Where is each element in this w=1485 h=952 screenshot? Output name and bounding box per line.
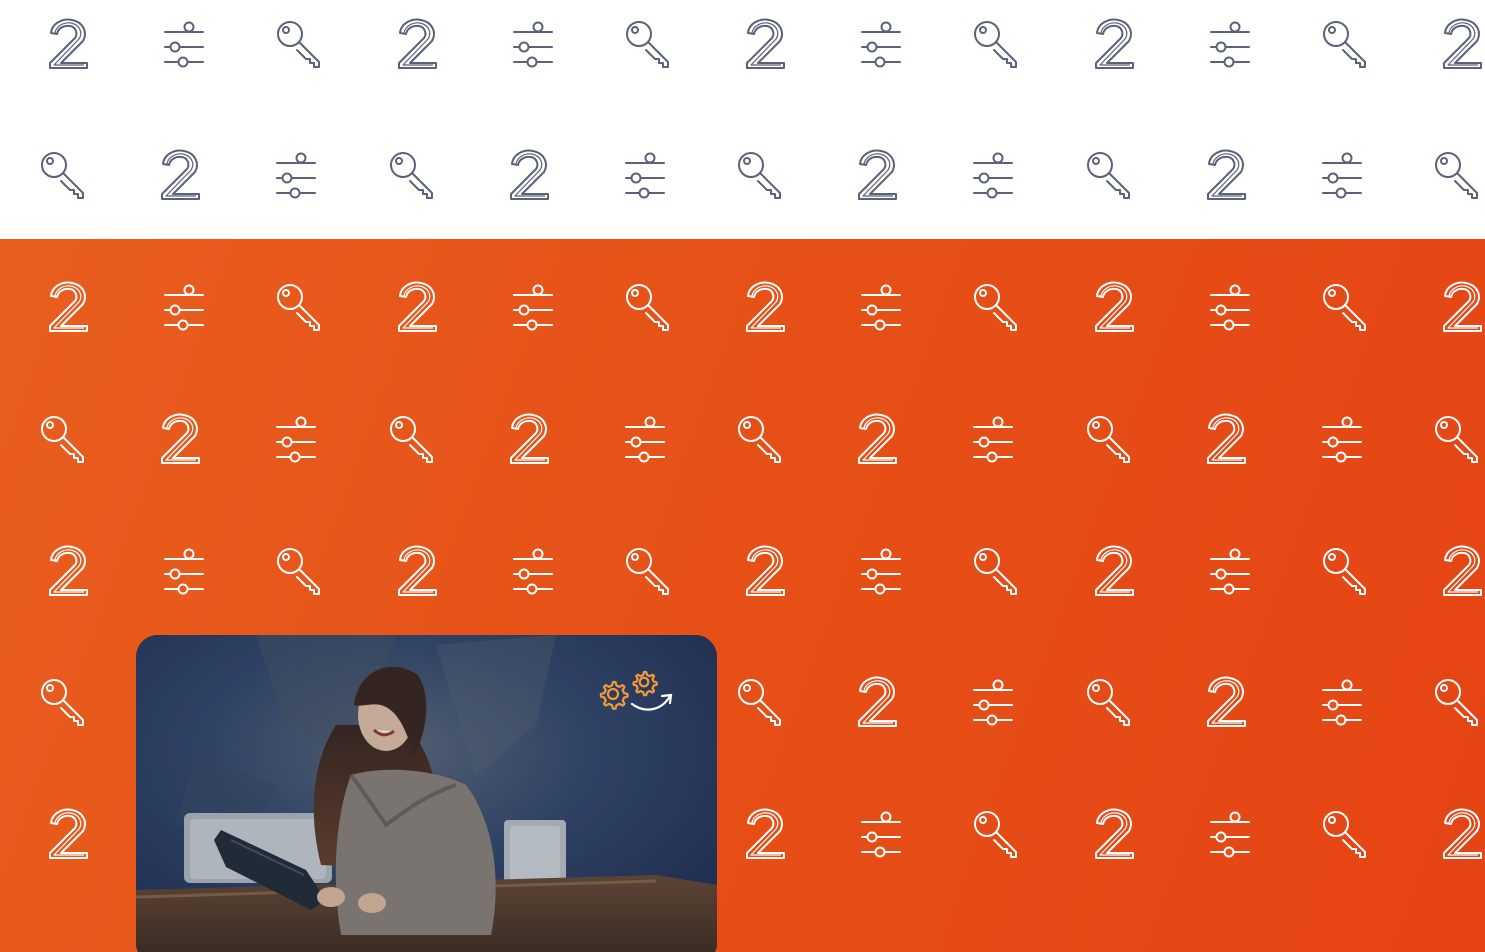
key-icon bbox=[1321, 282, 1371, 334]
key-icon bbox=[275, 282, 325, 334]
number-two-icon bbox=[155, 413, 205, 466]
sliders-icon bbox=[508, 284, 558, 336]
sliders-icon bbox=[856, 548, 906, 600]
sliders-icon bbox=[856, 284, 906, 336]
key-icon bbox=[1433, 414, 1483, 466]
key-icon bbox=[736, 677, 786, 729]
key-icon bbox=[275, 19, 325, 71]
key-icon bbox=[1433, 677, 1483, 729]
key-icon bbox=[275, 546, 325, 598]
key-icon bbox=[972, 546, 1022, 598]
number-two-icon bbox=[43, 18, 93, 71]
key-icon bbox=[388, 414, 438, 466]
number-two-icon bbox=[852, 676, 902, 729]
sliders-icon bbox=[1205, 548, 1255, 600]
sliders-icon bbox=[620, 416, 670, 468]
sliders-icon bbox=[856, 811, 906, 863]
number-two-icon bbox=[504, 413, 554, 466]
sliders-icon bbox=[968, 416, 1018, 468]
number-two-icon bbox=[1437, 281, 1485, 334]
number-two-icon bbox=[1437, 18, 1485, 71]
sliders-icon bbox=[159, 548, 209, 600]
sliders-icon bbox=[508, 548, 558, 600]
number-two-icon bbox=[1437, 808, 1485, 861]
number-two-icon bbox=[43, 281, 93, 334]
sliders-icon bbox=[159, 284, 209, 336]
key-icon bbox=[1085, 414, 1135, 466]
number-two-icon bbox=[740, 545, 790, 598]
key-icon bbox=[1085, 677, 1135, 729]
number-two-icon bbox=[392, 281, 442, 334]
number-two-icon bbox=[740, 18, 790, 71]
sliders-icon bbox=[271, 416, 321, 468]
number-two-icon bbox=[1089, 808, 1139, 861]
key-icon bbox=[388, 150, 438, 202]
number-two-icon bbox=[1089, 18, 1139, 71]
sliders-icon bbox=[1205, 811, 1255, 863]
sliders-icon bbox=[1205, 21, 1255, 73]
number-two-icon bbox=[852, 149, 902, 202]
number-two-icon bbox=[740, 808, 790, 861]
sliders-icon bbox=[159, 21, 209, 73]
key-icon bbox=[1085, 150, 1135, 202]
number-two-icon bbox=[392, 18, 442, 71]
number-two-icon bbox=[43, 545, 93, 598]
sliders-icon bbox=[856, 21, 906, 73]
number-two-icon bbox=[1437, 545, 1485, 598]
key-icon bbox=[39, 150, 89, 202]
gears-arrow-icon bbox=[596, 668, 676, 714]
key-icon bbox=[1321, 809, 1371, 861]
sliders-icon bbox=[1205, 284, 1255, 336]
number-two-icon bbox=[504, 149, 554, 202]
sliders-icon bbox=[508, 21, 558, 73]
key-icon bbox=[624, 282, 674, 334]
sliders-icon bbox=[620, 152, 670, 204]
number-two-icon bbox=[392, 545, 442, 598]
key-icon bbox=[972, 19, 1022, 71]
key-icon bbox=[1433, 150, 1483, 202]
sliders-icon bbox=[968, 152, 1018, 204]
key-icon bbox=[1321, 19, 1371, 71]
number-two-icon bbox=[1201, 413, 1251, 466]
number-two-icon bbox=[1089, 545, 1139, 598]
sliders-icon bbox=[1317, 416, 1367, 468]
key-icon bbox=[1321, 546, 1371, 598]
sliders-icon bbox=[968, 679, 1018, 731]
number-two-icon bbox=[1201, 676, 1251, 729]
number-two-icon bbox=[1089, 281, 1139, 334]
key-icon bbox=[39, 677, 89, 729]
key-icon bbox=[972, 809, 1022, 861]
sliders-icon bbox=[271, 152, 321, 204]
key-icon bbox=[736, 414, 786, 466]
key-icon bbox=[972, 282, 1022, 334]
page bbox=[0, 0, 1485, 952]
number-two-icon bbox=[43, 808, 93, 861]
number-two-icon bbox=[1201, 149, 1251, 202]
number-two-icon bbox=[852, 413, 902, 466]
key-icon bbox=[736, 150, 786, 202]
sliders-icon bbox=[1317, 152, 1367, 204]
key-icon bbox=[624, 546, 674, 598]
key-icon bbox=[39, 414, 89, 466]
key-icon bbox=[624, 19, 674, 71]
number-two-icon bbox=[740, 281, 790, 334]
number-two-icon bbox=[155, 149, 205, 202]
sliders-icon bbox=[1317, 679, 1367, 731]
